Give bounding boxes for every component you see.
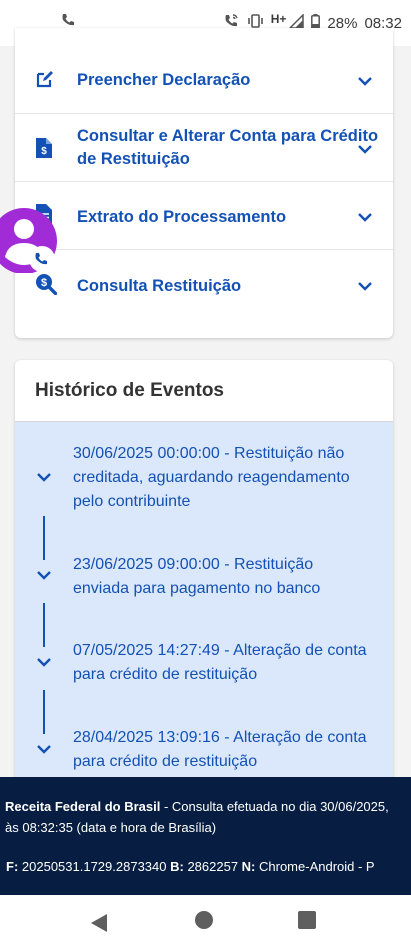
menu-item-label: Consultar e Alterar Conta para Crédito d… xyxy=(77,127,379,168)
f-label: F: xyxy=(6,859,19,874)
n-value: Chrome-Android - P xyxy=(255,859,375,874)
timeline-connector xyxy=(43,603,45,647)
edit-icon xyxy=(35,69,57,91)
menu-item-extrato-processamento[interactable]: Extrato do Processamento xyxy=(15,182,393,250)
footer-info: Receita Federal do Brasil - Consulta efe… xyxy=(0,777,411,895)
timeline-connector xyxy=(43,516,45,560)
chevron-down-icon[interactable] xyxy=(357,209,373,225)
history-card: Histórico de Eventos 30/06/2025 00:00:00… xyxy=(15,360,393,780)
org-name: Receita Federal do Brasil xyxy=(5,799,161,814)
network-type-label: H+ xyxy=(270,12,287,26)
floating-call-avatar[interactable] xyxy=(0,207,57,274)
chevron-down-icon[interactable] xyxy=(36,654,52,670)
menu-item-consulta-restituicao[interactable]: $ Consulta Restituição xyxy=(15,250,393,318)
b-label: B: xyxy=(170,859,184,874)
navigation-bar xyxy=(0,895,411,952)
svg-text:$: $ xyxy=(41,277,47,289)
chevron-down-icon[interactable] xyxy=(357,73,373,89)
menu-item-label: Preencher Declaração xyxy=(77,71,251,89)
chevron-down-icon[interactable] xyxy=(357,141,373,157)
chevron-down-icon[interactable] xyxy=(36,741,52,757)
recent-apps-icon[interactable] xyxy=(298,911,316,929)
footer-build-info: F: 20250531.1729.2873340 B: 2862257 N: C… xyxy=(6,856,411,877)
svg-text:$: $ xyxy=(41,146,47,157)
f-value: 20250531.1729.2873340 xyxy=(18,859,171,874)
services-card: Preencher Declaração $ Consultar e Alter… xyxy=(15,28,393,338)
footer-consult-info: Receita Federal do Brasil - Consulta efe… xyxy=(5,796,405,838)
b-value: 2862257 xyxy=(183,859,242,874)
chevron-down-icon[interactable] xyxy=(36,469,52,485)
back-icon[interactable] xyxy=(90,913,108,938)
menu-item-label: Extrato do Processamento xyxy=(77,208,287,226)
timeline-event: 30/06/2025 00:00:00 - Restituição não cr… xyxy=(73,445,350,510)
menu-item-preencher-declaracao[interactable]: Preencher Declaração xyxy=(15,46,393,114)
chevron-down-icon[interactable] xyxy=(36,567,52,583)
document-money-icon: $ xyxy=(35,137,57,159)
events-timeline: 30/06/2025 00:00:00 - Restituição não cr… xyxy=(15,422,393,780)
timeline-event: 23/06/2025 09:00:00 - Restituição enviad… xyxy=(73,556,321,597)
timeline-event: 07/05/2025 14:27:49 - Alteração de conta… xyxy=(73,642,367,683)
history-title: Histórico de Eventos xyxy=(35,380,224,401)
menu-item-label: Consulta Restituição xyxy=(77,277,242,295)
search-money-icon: $ xyxy=(35,273,58,296)
chevron-down-icon[interactable] xyxy=(357,278,373,294)
n-label: N: xyxy=(241,859,256,874)
timeline-event: 28/04/2025 13:09:16 - Alteração de conta… xyxy=(73,729,367,770)
home-icon[interactable] xyxy=(195,911,213,929)
timeline-connector xyxy=(43,690,45,734)
menu-item-conta-credito-restituicao[interactable]: $ Consultar e Alterar Conta para Crédito… xyxy=(15,114,393,182)
